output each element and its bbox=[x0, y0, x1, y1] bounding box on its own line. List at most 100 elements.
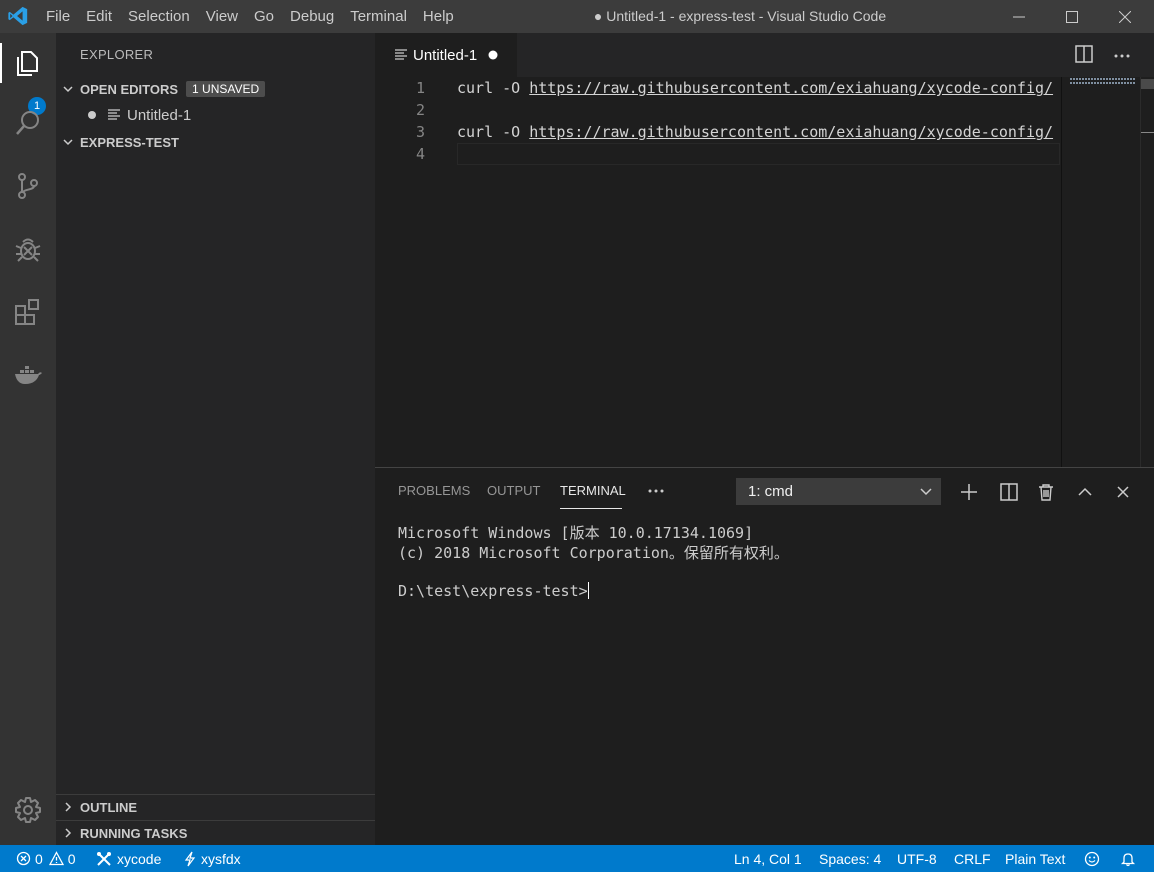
maximize-icon bbox=[1066, 10, 1078, 23]
workspace-folder-header[interactable]: EXPRESS-TEST bbox=[56, 130, 375, 154]
xysfdx-status[interactable]: xysfdx bbox=[184, 845, 241, 872]
feedback-button[interactable] bbox=[1084, 845, 1100, 872]
menu-debug[interactable]: Debug bbox=[282, 0, 342, 33]
plus-icon bbox=[961, 484, 977, 500]
terminal-selector[interactable]: 1: cmd bbox=[736, 478, 941, 505]
url-link[interactable]: https://raw.githubusercontent.com/exiahu… bbox=[529, 79, 1053, 97]
editor-scrollbar[interactable] bbox=[1140, 77, 1154, 467]
close-panel-button[interactable] bbox=[1111, 480, 1135, 504]
unsaved-dot-icon[interactable] bbox=[80, 110, 104, 120]
code-line[interactable]: 3 curl -O https://raw.githubusercontent.… bbox=[375, 121, 1065, 143]
running-tasks-label: RUNNING TASKS bbox=[80, 825, 188, 841]
smiley-icon bbox=[1084, 851, 1100, 866]
minimap[interactable] bbox=[1061, 77, 1141, 467]
more-actions-button[interactable] bbox=[1113, 47, 1135, 65]
menu-file[interactable]: File bbox=[38, 0, 78, 33]
minimize-button[interactable] bbox=[996, 0, 1042, 33]
extensions-icon bbox=[15, 299, 39, 325]
close-window-button[interactable] bbox=[1102, 0, 1148, 33]
xycode-status[interactable]: xycode bbox=[96, 845, 161, 872]
active-tab-underline bbox=[560, 508, 622, 509]
more-icon bbox=[1114, 54, 1130, 58]
code-line[interactable]: 1 curl -O https://raw.githubusercontent.… bbox=[375, 77, 1065, 99]
file-text-icon bbox=[395, 49, 407, 60]
cursor-position-status[interactable]: Ln 4, Col 1 bbox=[734, 845, 802, 872]
url-link[interactable]: https://raw.githubusercontent.com/exiahu… bbox=[529, 123, 1053, 141]
tab-untitled-1[interactable]: Untitled-1 bbox=[375, 33, 517, 77]
running-tasks-header[interactable]: RUNNING TASKS bbox=[56, 820, 375, 845]
menu-help[interactable]: Help bbox=[415, 0, 462, 33]
menu-selection[interactable]: Selection bbox=[120, 0, 198, 33]
activity-bar: 1 bbox=[0, 33, 56, 845]
panel-more-button[interactable] bbox=[647, 482, 665, 503]
title-bar: File Edit Selection View Go Debug Termin… bbox=[0, 0, 1154, 33]
line-text: curl -O https://raw.githubusercontent.co… bbox=[457, 79, 1054, 97]
tools-icon bbox=[97, 851, 111, 866]
code-line[interactable]: 2 bbox=[375, 99, 1065, 121]
search-activity-button[interactable] bbox=[10, 105, 46, 141]
tab-terminal[interactable]: TERMINAL bbox=[560, 483, 626, 498]
split-editor-button[interactable] bbox=[1075, 45, 1097, 67]
menu-edit[interactable]: Edit bbox=[78, 0, 120, 33]
menu-view[interactable]: View bbox=[198, 0, 246, 33]
more-icon bbox=[648, 489, 664, 493]
minimize-icon bbox=[1013, 16, 1025, 17]
chevron-right-icon bbox=[65, 802, 72, 812]
terminal-prompt-line[interactable]: D:\test\express-test> bbox=[398, 582, 589, 600]
open-editor-item[interactable]: Untitled-1 bbox=[56, 104, 375, 126]
menu-go[interactable]: Go bbox=[246, 0, 282, 33]
chevron-down-icon bbox=[920, 488, 932, 496]
sidebar-title: EXPLORER bbox=[80, 47, 154, 62]
file-text-icon bbox=[104, 109, 124, 121]
unsaved-badge: 1 UNSAVED bbox=[186, 81, 266, 97]
debug-activity-button[interactable] bbox=[10, 231, 46, 267]
bell-icon bbox=[1120, 852, 1136, 866]
outline-header[interactable]: OUTLINE bbox=[56, 794, 375, 819]
source-control-icon bbox=[18, 173, 38, 199]
extensions-activity-button[interactable] bbox=[10, 294, 46, 330]
search-icon bbox=[16, 111, 39, 135]
chevron-up-icon bbox=[1078, 487, 1092, 496]
open-editor-filename: Untitled-1 bbox=[127, 106, 192, 124]
workspace-folder-label: EXPRESS-TEST bbox=[80, 134, 179, 150]
code-line[interactable]: 4 bbox=[375, 143, 1065, 165]
eol-status[interactable]: CRLF bbox=[954, 845, 991, 872]
terminal-selector-value: 1: cmd bbox=[748, 483, 794, 500]
outline-label: OUTLINE bbox=[80, 799, 138, 815]
code-editor[interactable]: 1 curl -O https://raw.githubusercontent.… bbox=[375, 77, 1154, 467]
warning-icon bbox=[48, 851, 64, 866]
manage-activity-button[interactable] bbox=[10, 792, 46, 828]
explorer-activity-button[interactable] bbox=[10, 45, 46, 81]
indentation-status[interactable]: Spaces: 4 bbox=[819, 845, 881, 872]
terminal-line: Microsoft Windows [版本 10.0.17134.1069] bbox=[398, 524, 754, 542]
docker-activity-button[interactable] bbox=[10, 357, 46, 393]
language-mode-status[interactable]: Plain Text bbox=[1005, 845, 1065, 872]
new-terminal-button[interactable] bbox=[957, 480, 981, 504]
line-number: 1 bbox=[415, 79, 425, 97]
tab-output[interactable]: OUTPUT bbox=[487, 483, 540, 498]
terminal-prompt: D:\test\express-test> bbox=[398, 582, 588, 600]
unsaved-dot-icon[interactable] bbox=[488, 50, 498, 60]
close-icon bbox=[1117, 486, 1129, 498]
line-text: curl -O https://raw.githubusercontent.co… bbox=[457, 123, 1054, 141]
vscode-logo-icon bbox=[8, 6, 28, 26]
notifications-button[interactable] bbox=[1120, 845, 1136, 872]
menu-terminal[interactable]: Terminal bbox=[342, 0, 415, 33]
line-number: 2 bbox=[415, 101, 425, 119]
split-terminal-button[interactable] bbox=[997, 480, 1021, 504]
problems-status[interactable]: 0 0 bbox=[16, 845, 76, 872]
encoding-status[interactable]: UTF-8 bbox=[897, 845, 937, 872]
tab-problems[interactable]: PROBLEMS bbox=[398, 483, 470, 498]
source-control-activity-button[interactable] bbox=[10, 168, 46, 204]
terminal-line: (c) 2018 Microsoft Corporation。保留所有权利。 bbox=[398, 544, 789, 562]
line-number: 4 bbox=[415, 145, 425, 163]
maximize-button[interactable] bbox=[1049, 0, 1095, 33]
active-indicator bbox=[0, 43, 2, 83]
open-editors-header[interactable]: OPEN EDITORS 1 UNSAVED bbox=[56, 77, 375, 101]
menu-bar: File Edit Selection View Go Debug Termin… bbox=[38, 0, 462, 33]
kill-terminal-button[interactable] bbox=[1034, 480, 1058, 504]
status-bar: 0 0 xycode xysfdx Ln 4, Col 1 Spaces: 4 … bbox=[0, 845, 1154, 872]
split-editor-icon bbox=[1075, 45, 1093, 63]
tab-label: Untitled-1 bbox=[413, 46, 478, 64]
maximize-panel-button[interactable] bbox=[1073, 480, 1097, 504]
